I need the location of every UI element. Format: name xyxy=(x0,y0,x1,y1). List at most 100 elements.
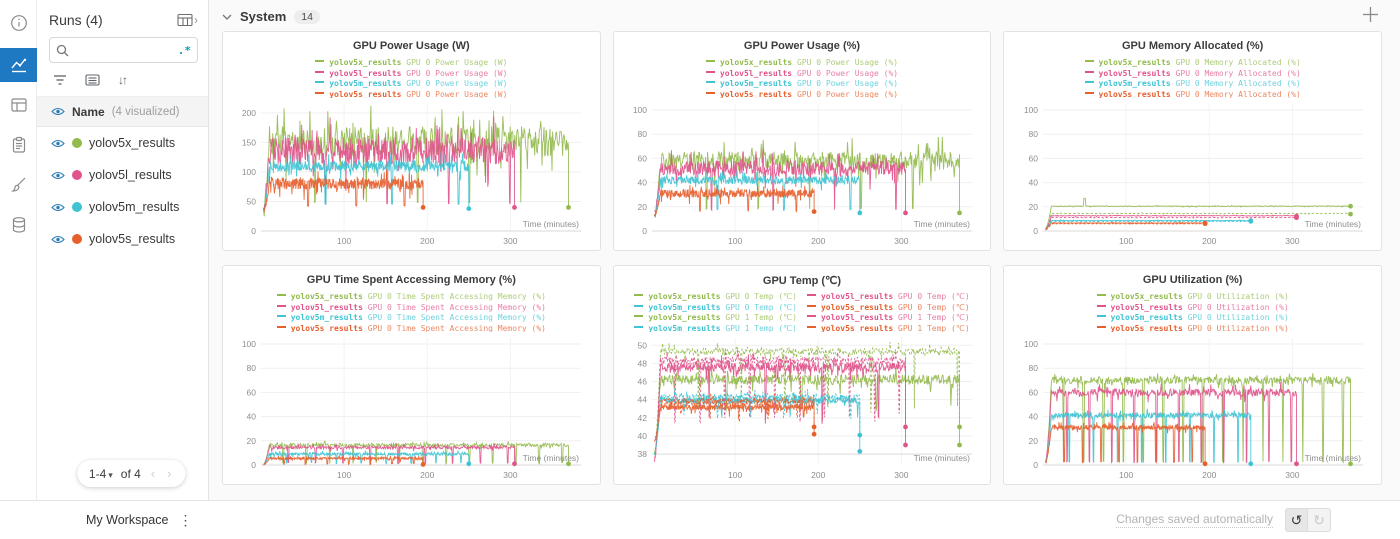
run-row[interactable]: yolov5x_results xyxy=(37,127,208,159)
undo-button[interactable]: ↺ xyxy=(1285,508,1308,532)
runs-table-expand-button[interactable]: › xyxy=(177,13,198,27)
add-panel-button[interactable] xyxy=(1361,5,1380,29)
brush-icon[interactable] xyxy=(0,168,37,202)
legend-entry[interactable]: yolov5m_results GPU 0 Time Spent Accessi… xyxy=(277,313,546,324)
legend-entry[interactable]: yolov5s_results GPU 0 Time Spent Accessi… xyxy=(277,324,546,333)
chart-panel[interactable]: GPU Temp (℃)yolov5x_results GPU 0 Temp (… xyxy=(613,265,992,485)
legend-entry[interactable]: yolov5m_results GPU 0 Memory Allocated (… xyxy=(1085,79,1301,90)
svg-text:60: 60 xyxy=(638,153,648,163)
legend-entry[interactable]: yolov5l_results GPU 0 Temp (℃) xyxy=(807,292,970,303)
section-collapse-chevron-icon[interactable] xyxy=(222,13,232,21)
svg-text:100: 100 xyxy=(728,236,742,246)
next-page-button[interactable]: › xyxy=(165,466,173,481)
svg-text:50: 50 xyxy=(247,196,257,206)
filter-icon[interactable] xyxy=(53,74,67,86)
legend-entry[interactable]: yolov5m_results GPU 0 Temp (℃) xyxy=(634,303,797,314)
eye-icon[interactable] xyxy=(51,170,65,181)
svg-text:100: 100 xyxy=(337,470,351,480)
page-range[interactable]: 1-4▾ xyxy=(89,467,113,481)
run-label[interactable]: yolov5x_results xyxy=(89,136,175,150)
prev-page-button[interactable]: ‹ xyxy=(149,466,157,481)
chart-plot[interactable]: 100200300020406080100Time (minutes) xyxy=(624,99,980,249)
legend-entry[interactable]: yolov5l_results GPU 0 Utilization (%) xyxy=(1097,303,1289,314)
run-row[interactable]: yolov5m_results xyxy=(37,191,208,223)
svg-text:Time (minutes): Time (minutes) xyxy=(523,453,580,463)
svg-text:100: 100 xyxy=(242,167,256,177)
run-row[interactable]: yolov5l_results xyxy=(37,159,208,191)
run-search-box[interactable]: .* xyxy=(49,37,198,63)
legend-entry[interactable]: yolov5s_results GPU 1 Temp (℃) xyxy=(807,324,970,333)
info-icon[interactable] xyxy=(0,6,37,40)
legend-entry[interactable]: yolov5x_results GPU 1 Temp (℃) xyxy=(634,313,797,324)
eye-icon[interactable] xyxy=(51,234,65,245)
svg-text:0: 0 xyxy=(1033,460,1038,470)
runs-sidebar: Runs (4) › .* ↓↑ Name xyxy=(37,0,209,500)
clipboard-icon[interactable] xyxy=(0,128,37,162)
legend-entry[interactable]: yolov5m_results GPU 0 Power Usage (%) xyxy=(706,79,898,90)
legend-entry[interactable]: yolov5m_results GPU 0 Utilization (%) xyxy=(1097,313,1289,324)
charts-workspace-icon[interactable] xyxy=(0,48,37,82)
svg-text:100: 100 xyxy=(728,470,742,480)
svg-text:300: 300 xyxy=(894,236,908,246)
legend-entry[interactable]: yolov5s_results GPU 0 Temp (℃) xyxy=(807,303,970,314)
workspace-menu-kebab-icon[interactable]: ⋮ xyxy=(178,512,192,529)
legend-entry[interactable]: yolov5x_results GPU 0 Utilization (%) xyxy=(1097,292,1289,303)
legend-entry[interactable]: yolov5l_results GPU 0 Power Usage (%) xyxy=(706,69,898,80)
legend-entry[interactable]: yolov5x_results GPU 0 Power Usage (%) xyxy=(706,58,898,69)
chart-plot[interactable]: 10020030038404244464850Time (minutes) xyxy=(624,333,980,483)
chart-legend: yolov5x_results GPU 0 Power Usage (%)yol… xyxy=(614,58,991,98)
chart-panel[interactable]: GPU Power Usage (%)yolov5x_results GPU 0… xyxy=(613,31,992,251)
workspace-selector[interactable]: My Workspace xyxy=(86,513,168,527)
svg-text:0: 0 xyxy=(1033,226,1038,236)
legend-entry[interactable]: yolov5x_results GPU 0 Temp (℃) xyxy=(634,292,797,303)
svg-text:100: 100 xyxy=(242,339,256,349)
chart-plot[interactable]: 100200300020406080100Time (minutes) xyxy=(1015,99,1371,249)
svg-text:100: 100 xyxy=(337,236,351,246)
section-title[interactable]: System xyxy=(240,9,286,24)
legend-entry[interactable]: yolov5s_results GPU 0 Memory Allocated (… xyxy=(1085,90,1301,99)
run-search-input[interactable] xyxy=(73,43,178,57)
panels-icon[interactable] xyxy=(0,88,37,122)
database-icon[interactable] xyxy=(0,208,37,242)
svg-text:Time (minutes): Time (minutes) xyxy=(523,219,580,229)
regex-toggle-icon[interactable]: .* xyxy=(178,44,191,57)
eye-icon[interactable] xyxy=(51,202,65,213)
chart-panel[interactable]: GPU Power Usage (W)yolov5x_results GPU 0… xyxy=(222,31,601,251)
run-row[interactable]: yolov5s_results xyxy=(37,223,208,255)
svg-text:300: 300 xyxy=(504,236,518,246)
chart-panel[interactable]: GPU Utilization (%)yolov5x_results GPU 0… xyxy=(1003,265,1382,485)
legend-entry[interactable]: yolov5s_results GPU 0 Utilization (%) xyxy=(1097,324,1289,333)
run-label[interactable]: yolov5s_results xyxy=(89,232,175,246)
run-color-dot xyxy=(72,138,82,148)
eye-icon[interactable] xyxy=(51,106,65,117)
legend-entry[interactable]: yolov5l_results GPU 0 Power Usage (W) xyxy=(315,69,507,80)
svg-text:20: 20 xyxy=(1028,436,1038,446)
run-color-dot xyxy=(72,202,82,212)
legend-entry[interactable]: yolov5m_results GPU 0 Power Usage (W) xyxy=(315,79,507,90)
chart-plot[interactable]: 100200300020406080100Time (minutes) xyxy=(1015,333,1371,483)
run-label[interactable]: yolov5m_results xyxy=(89,200,179,214)
legend-entry[interactable]: yolov5s_results GPU 0 Power Usage (W) xyxy=(315,90,507,99)
chart-panel[interactable]: GPU Memory Allocated (%)yolov5x_results … xyxy=(1003,31,1382,251)
group-icon[interactable] xyxy=(85,74,100,86)
svg-text:38: 38 xyxy=(638,449,648,459)
legend-entry[interactable]: yolov5x_results GPU 0 Memory Allocated (… xyxy=(1085,58,1301,69)
chart-plot[interactable]: 100200300020406080100Time (minutes) xyxy=(233,333,589,483)
legend-entry[interactable]: yolov5x_results GPU 0 Time Spent Accessi… xyxy=(277,292,546,303)
legend-entry[interactable]: yolov5x_results GPU 0 Power Usage (W) xyxy=(315,58,507,69)
run-label[interactable]: yolov5l_results xyxy=(89,168,172,182)
legend-entry[interactable]: yolov5m_results GPU 1 Temp (℃) xyxy=(634,324,797,333)
legend-swatch xyxy=(1097,294,1106,296)
legend-swatch xyxy=(706,92,715,94)
redo-button[interactable]: ↻ xyxy=(1308,508,1331,532)
eye-icon[interactable] xyxy=(51,138,65,149)
chart-panel[interactable]: GPU Time Spent Accessing Memory (%)yolov… xyxy=(222,265,601,485)
sort-icon[interactable]: ↓↑ xyxy=(118,73,126,87)
chart-plot[interactable]: 100200300050100150200Time (minutes) xyxy=(233,99,589,249)
svg-text:40: 40 xyxy=(1028,178,1038,188)
legend-entry[interactable]: yolov5l_results GPU 0 Memory Allocated (… xyxy=(1085,69,1301,80)
svg-text:0: 0 xyxy=(642,226,647,236)
legend-entry[interactable]: yolov5l_results GPU 1 Temp (℃) xyxy=(807,313,970,324)
legend-entry[interactable]: yolov5l_results GPU 0 Time Spent Accessi… xyxy=(277,303,546,314)
legend-entry[interactable]: yolov5s_results GPU 0 Power Usage (%) xyxy=(706,90,898,99)
